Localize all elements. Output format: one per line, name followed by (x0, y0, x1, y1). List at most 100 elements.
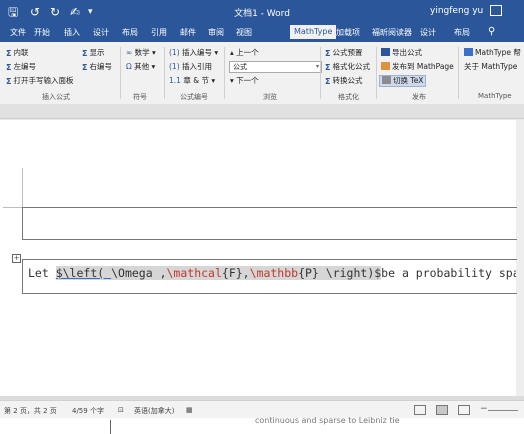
table-cell-empty[interactable] (22, 207, 517, 240)
insert-number-button[interactable]: (1) 插入编号 ▾ (169, 48, 218, 58)
user-name[interactable]: yingfeng yu (430, 6, 483, 16)
display-label: 显示 (89, 48, 105, 57)
group-divider (458, 47, 459, 99)
arrow-down-icon: ▾ (230, 76, 234, 85)
zoom-slider[interactable] (488, 410, 518, 411)
open-handwriting-label: 打开手写输入面板 (13, 76, 74, 85)
tab-table-layout[interactable]: 布局 (454, 27, 470, 38)
tex-F: {F} (221, 266, 243, 280)
convert-formula-button[interactable]: Σ 转换公式 (325, 76, 362, 86)
mathpage-icon (381, 62, 390, 70)
inline-formula-button[interactable]: Σ 内联 (6, 48, 28, 58)
ribbon-display-options-icon[interactable] (490, 5, 502, 16)
tab-view[interactable]: 视图 (236, 27, 252, 38)
chapter-icon: 1.1 (169, 76, 181, 85)
tab-mathtype[interactable]: MathType (290, 25, 337, 39)
formula-preset-button[interactable]: Σ 公式预置 (325, 48, 362, 58)
convert-formula-label: 转换公式 (332, 76, 363, 85)
group-divider (164, 47, 165, 99)
word-count[interactable]: 4/59 个字 (72, 406, 104, 416)
sigma-icon: Σ (6, 49, 12, 58)
group-label-format: 格式化 (338, 93, 359, 101)
text-cursor-line (110, 420, 111, 434)
about-mathtype-button[interactable]: 关于 MathType (464, 62, 517, 72)
mathtype-ribbon (0, 42, 524, 105)
insert-number-label: 插入编号 (182, 48, 213, 57)
tab-table-design[interactable]: 设计 (420, 27, 436, 38)
language-indicator[interactable]: 英语(加拿大) (134, 406, 174, 416)
left-number-label: 左编号 (13, 62, 36, 71)
formula-preset-label: 公式预置 (332, 48, 363, 57)
export-formula-label: 导出公式 (392, 48, 422, 57)
document-text-line[interactable]: Let $\left( \Omega ,\mathcal{F},\mathbb{… (28, 266, 516, 280)
format-formula-button[interactable]: Σ 格式化公式 (325, 62, 370, 72)
tab-review[interactable]: 审阅 (208, 27, 224, 38)
group-label-insert-formula: 插入公式 (42, 93, 70, 101)
mathtype-help-button[interactable]: MathType 帮 (464, 48, 521, 58)
group-label-mathtype: MathType (478, 92, 512, 100)
export-icon (381, 48, 390, 56)
sigma-icon: Σ (6, 77, 12, 86)
group-label-publish: 发布 (412, 93, 426, 101)
group-label-symbols: 符号 (133, 93, 147, 101)
toggle-tex-button[interactable]: 切换 TeX (379, 75, 427, 87)
ribbon-tabs: 文件 开始 插入 设计 布局 引用 邮件 审阅 视图 MathType 加载项 … (0, 24, 524, 42)
tab-file[interactable]: 文件 (10, 27, 26, 38)
proofing-icon[interactable]: ⊡ (118, 406, 124, 414)
page-count[interactable]: 第 2 页，共 2 页 (4, 406, 57, 416)
right-number-button[interactable]: Σ 右编号 (82, 62, 112, 72)
sigma-icon: Σ (82, 49, 88, 58)
math-symbols-button[interactable]: ∞ 数学 ▾ (126, 48, 156, 58)
mathtype-help-label: MathType 帮 (475, 48, 521, 57)
insert-reference-button[interactable]: (1) 插入引用 (169, 62, 212, 72)
left-number-button[interactable]: Σ 左编号 (6, 62, 36, 72)
previous-label: 上一个 (236, 48, 259, 57)
chapter-section-button[interactable]: 1.1 章 & 节 ▾ (169, 76, 215, 86)
sigma-icon: Σ (6, 63, 12, 72)
tab-references[interactable]: 引用 (151, 27, 167, 38)
other-symbols-button[interactable]: Ω 其他 ▾ (126, 62, 155, 72)
tab-insert[interactable]: 插入 (64, 27, 80, 38)
margin-mark-horizontal (3, 207, 23, 208)
tex-P: {P} (298, 266, 319, 280)
table-move-handle-icon[interactable]: + (12, 254, 21, 263)
tab-mailings[interactable]: 邮件 (180, 27, 196, 38)
browse-type-dropdown[interactable]: 公式 (229, 61, 322, 73)
read-mode-icon[interactable] (414, 405, 426, 415)
tex-icon (382, 76, 391, 84)
search-icon[interactable]: ⚲ (488, 26, 495, 37)
title-bar: 🖫 ↺ ↻ ✍ ▾ 文档1 - Word yingfeng yu (0, 0, 524, 24)
tab-home[interactable]: 开始 (34, 27, 50, 38)
document-page[interactable] (0, 120, 516, 396)
tab-design[interactable]: 设计 (93, 27, 109, 38)
tex-comma: , (152, 266, 167, 280)
macro-icon[interactable]: ▦ (186, 406, 193, 414)
display-formula-button[interactable]: Σ 显示 (82, 48, 104, 58)
tex-right-paren: \right)$ (318, 266, 382, 280)
toggle-tex-label: 切换 TeX (393, 76, 424, 85)
zoom-out-icon[interactable]: − (480, 404, 488, 414)
next-formula-button[interactable]: ▾ 下一个 (230, 76, 259, 86)
text-run: Let (28, 266, 56, 280)
sigma-icon: Σ (82, 63, 88, 72)
group-label-browse: 浏览 (263, 93, 277, 101)
tex-omega: \Omega (111, 266, 153, 280)
preset-icon: Σ (325, 49, 331, 58)
print-layout-icon[interactable] (436, 405, 448, 415)
tab-layout[interactable]: 布局 (122, 27, 138, 38)
group-label-equation-number: 公式编号 (180, 93, 208, 101)
export-formula-button[interactable]: 导出公式 (381, 48, 422, 58)
previous-formula-button[interactable]: ▴ 上一个 (230, 48, 259, 58)
tab-addins[interactable]: 加载项 (336, 27, 360, 38)
about-mathtype-label: 关于 MathType (464, 62, 518, 71)
publish-mathpage-button[interactable]: 发布到 MathPage (381, 62, 454, 72)
format-formula-label: 格式化公式 (332, 62, 370, 71)
group-divider (224, 47, 225, 99)
tab-foxit-reader[interactable]: 福昕阅读器 (372, 27, 412, 38)
tex-mathbb: \mathbb (249, 266, 299, 280)
web-layout-icon[interactable] (458, 405, 470, 415)
arrow-up-icon: ▴ (230, 48, 234, 57)
vertical-scrollbar[interactable] (516, 120, 524, 396)
open-handwriting-button[interactable]: Σ 打开手写输入面板 (6, 76, 73, 86)
math-symbols-label: 数学 (134, 48, 150, 57)
